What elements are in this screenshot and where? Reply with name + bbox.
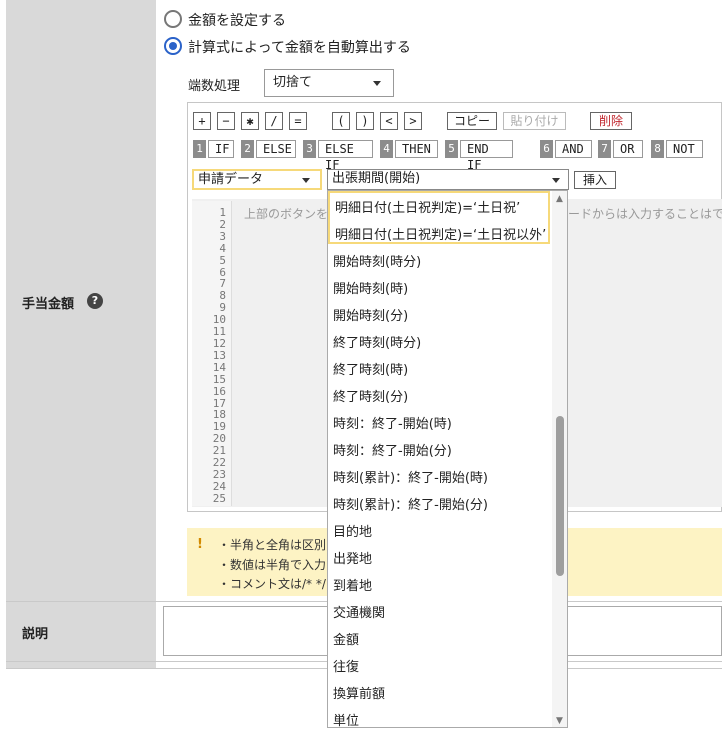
dropdown-option[interactable]: 開始時刻(分) [333,305,408,324]
line-number: 15 [212,372,226,386]
keyword-then-button[interactable]: THEN [395,140,438,158]
chevron-down-icon [373,81,381,86]
scroll-up-icon[interactable]: ▲ [556,194,563,204]
keyword-number: 7 [598,140,611,158]
dropdown-option[interactable]: 交通機関 [333,602,385,621]
copy-button[interactable]: コピー [447,112,497,130]
notice-line: ・半角と全角は区別さ [218,538,339,552]
keyword-else-button[interactable]: ELSE [256,140,296,158]
dropdown-option[interactable]: 開始時刻(時) [333,278,408,297]
line-number: 4 [219,241,226,255]
keyword-or-button[interactable]: OR [613,140,643,158]
radio-formula[interactable] [164,37,182,55]
multiply-button[interactable]: ✱ [241,112,259,130]
rounding-label: 端数処理 [188,79,241,94]
dropdown-highlight-group: 明細日付(土日祝判定)=‘土日祝’ 明細日付(土日祝判定)=‘土日祝以外’ [328,191,550,244]
rounding-select[interactable]: 切捨て [264,69,394,97]
help-icon[interactable]: ? [87,293,103,309]
keyword-number: 3 [303,140,316,158]
keyword-number: 8 [651,140,664,158]
chevron-down-icon [302,178,310,183]
rounding-value: 切捨て [273,75,313,90]
scroll-down-icon[interactable]: ▼ [556,716,563,726]
equals-button[interactable]: = [289,112,307,130]
open-paren-button[interactable]: ( [332,112,350,130]
dropdown-option[interactable]: 明細日付(土日祝判定)=‘土日祝’ [335,197,520,216]
dropdown-option[interactable]: 換算前額 [333,683,385,702]
dropdown-option[interactable]: 時刻：終了-開始(時) [333,413,452,432]
dropdown-option[interactable]: 金額 [333,629,359,648]
dropdown-option[interactable]: 開始時刻(時分) [333,251,421,270]
dropdown-option[interactable]: 終了時刻(分) [333,386,408,405]
keyword-number: 2 [241,140,254,158]
insert-button[interactable]: 挿入 [574,171,616,189]
dropdown-option[interactable]: 目的地 [333,521,372,540]
form-label-column [6,0,156,662]
dropdown-option[interactable]: 時刻：終了-開始(分) [333,440,452,459]
minus-button[interactable]: − [217,112,235,130]
dropdown-option[interactable]: 時刻(累計)：終了-開始(時) [333,467,488,486]
dropdown-option[interactable]: 明細日付(土日祝判定)=‘土日祝以外’ [335,224,546,243]
keyword-and-button[interactable]: AND [555,140,592,158]
keyword-else-if-button[interactable]: ELSE IF [318,140,373,172]
line-number: 14 [212,360,226,374]
keyword-end-if-button[interactable]: END IF [460,140,513,172]
field-select-value: 出張期間(開始) [332,171,421,186]
notice-line: ・コメント文は/* */ [218,577,326,591]
divide-button[interactable]: / [265,112,283,130]
plus-button[interactable]: + [193,112,211,130]
dropdown-option[interactable]: 終了時刻(時) [333,359,408,378]
line-number: 25 [212,491,226,505]
notice-line: ・数値は半角で入力し [218,558,339,572]
source-select-value: 申請データ [198,172,264,187]
line-number: 24 [212,479,226,493]
greater-than-button[interactable]: > [404,112,422,130]
dropdown-option[interactable]: 出発地 [333,548,372,567]
keyword-number: 1 [193,140,206,158]
chevron-down-icon [552,178,560,183]
line-numbers: 1 2 3 4 5 6 7 8 9 10 11 12 13 14 15 16 17 18 19 20 21 22 23 24 2… [196,207,226,505]
keyword-if-button[interactable]: IF [208,140,234,158]
dropdown-option[interactable]: 終了時刻(時分) [333,332,421,351]
less-than-button[interactable]: < [380,112,398,130]
close-paren-button[interactable]: ) [356,112,374,130]
line-number: 5 [219,253,226,267]
amount-label: 手当金額 [22,297,75,312]
dropdown-option[interactable]: 到着地 [333,575,372,594]
editor-placeholder-right: ードからは入力することはで [568,207,722,221]
dropdown-option[interactable]: 往復 [333,656,359,675]
radio-fixed-amount[interactable] [164,10,182,28]
keyword-number: 4 [380,140,393,158]
dropdown-option[interactable]: 単位 [333,710,359,729]
line-number: 13 [212,348,226,362]
radio-fixed-label: 金額を設定する [188,13,286,29]
keyword-number: 5 [445,140,458,158]
warning-icon: ! [197,537,203,552]
paste-button[interactable]: 貼り付け [503,112,566,130]
line-number-gutter: 1 2 3 4 5 6 7 8 9 10 11 12 13 14 15 16 17 18 19 20 21 22 23 24 2… [192,201,232,506]
radio-formula-label: 計算式によって金額を自動算出する [188,40,411,56]
description-label: 説明 [22,627,49,642]
delete-button[interactable]: 削除 [590,112,632,130]
line-number: 3 [219,229,226,243]
dropdown-option[interactable]: 時刻(累計)：終了-開始(分) [333,494,488,513]
field-dropdown-list[interactable]: 開始時刻(時分) 開始時刻(時) 開始時刻(分) 終了時刻(時分) 終了時刻(時) 終了時… [327,190,568,729]
field-select[interactable]: 出張期間(開始) [327,169,569,190]
dropdown-scrollbar-thumb[interactable] [556,416,564,576]
source-select[interactable]: 申請データ [192,169,322,190]
keyword-not-button[interactable]: NOT [666,140,703,158]
keyword-number: 6 [540,140,553,158]
line-number: 16 [212,384,226,398]
editor-placeholder: 上部のボタンを [244,207,329,221]
